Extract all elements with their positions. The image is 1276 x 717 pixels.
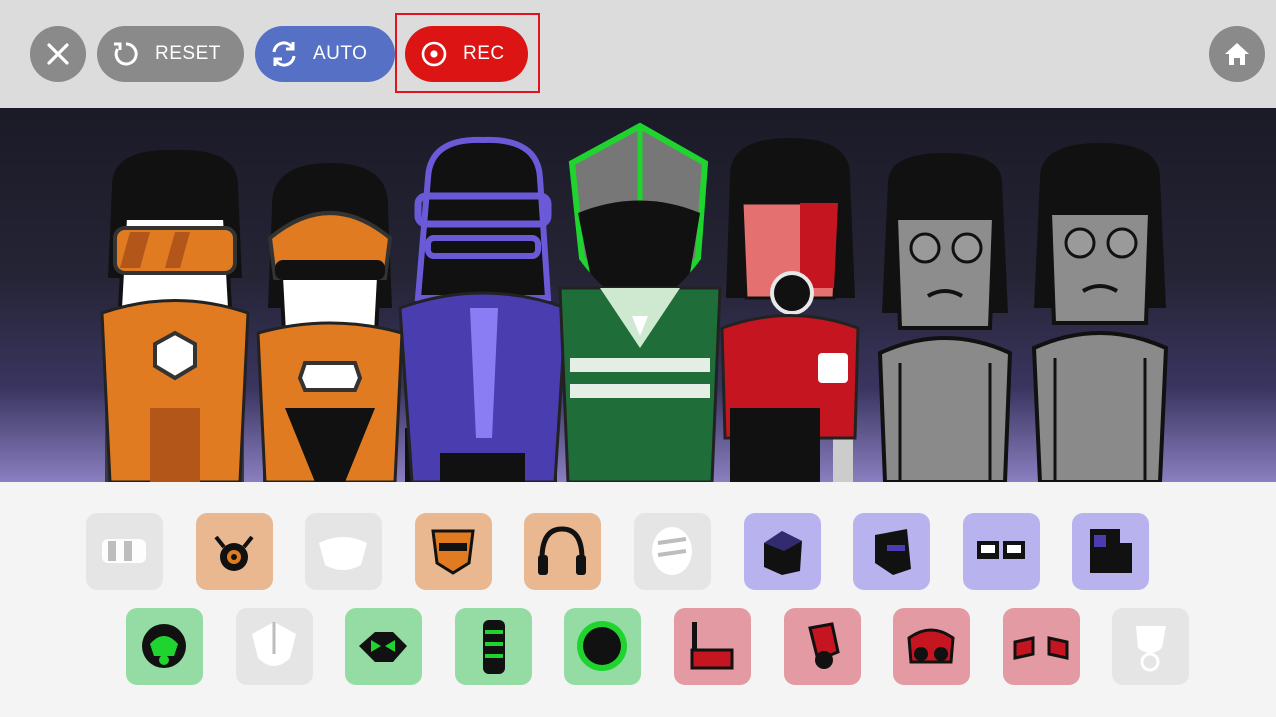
character-orange-visor[interactable] [100,149,250,482]
glyph-13-icon [359,632,408,662]
sound-icon-2[interactable] [195,513,273,590]
sound-icon-17[interactable] [783,608,861,685]
glyph-10-icon [1090,529,1133,573]
auto-button[interactable]: AUTO [255,26,395,82]
sound-icon-8[interactable] [853,513,931,590]
reset-icon [111,39,141,69]
character-purple-helmet[interactable] [398,136,568,482]
glyph-9-icon [976,541,1025,559]
glyph-14-icon [482,620,505,674]
glyph-18-icon [907,628,955,664]
glyph-15-icon [577,621,628,671]
sound-icon-7[interactable] [743,513,821,590]
character-red-cyborg[interactable] [720,138,860,482]
glyph-17-icon [807,622,840,669]
character-stage [0,108,1276,482]
glyph-1-icon [102,539,146,563]
character-green-mask[interactable] [558,122,722,482]
sound-icon-tray [0,482,1276,717]
sound-icon-6[interactable] [634,513,711,590]
rec-button[interactable]: REC [405,26,528,82]
glyph-12-icon [251,622,296,666]
reset-button[interactable]: RESET [97,26,244,82]
sound-icon-11[interactable] [126,608,203,685]
glyph-5-icon [538,526,587,575]
top-toolbar: RESET AUTO REC [0,0,1276,108]
rec-label: REC [463,43,505,64]
glyph-20-icon [1136,626,1167,672]
sound-icon-3[interactable] [305,513,383,590]
glyph-16-icon [690,622,734,670]
reset-label: RESET [155,43,221,64]
home-button[interactable] [1209,26,1265,82]
sound-icon-12[interactable] [235,608,313,685]
character-grey-default-1[interactable] [877,153,1013,482]
glyph-11-icon [142,624,186,668]
glyph-19-icon [1013,636,1069,660]
auto-refresh-icon [269,39,299,69]
sound-icon-18[interactable] [893,608,971,685]
sound-icon-20[interactable] [1112,608,1190,685]
sound-icon-10[interactable] [1072,513,1150,590]
sound-icon-13[interactable] [345,608,423,685]
record-icon [419,39,449,69]
glyph-6-icon [652,527,692,575]
home-icon [1225,43,1249,65]
sound-icon-5[interactable] [524,513,602,590]
glyph-3-icon [319,537,368,570]
sound-icon-4[interactable] [414,513,492,590]
glyph-8-icon [875,529,912,575]
close-icon [47,43,69,65]
character-orange-helmet[interactable] [256,163,404,482]
close-button[interactable] [30,26,86,82]
glyph-7-icon [763,531,802,575]
character-grey-default-2[interactable] [1031,143,1169,482]
auto-label: AUTO [313,43,368,64]
glyph-2-icon [214,535,254,571]
sound-icon-14[interactable] [454,608,532,685]
sound-icon-16[interactable] [674,608,751,685]
sound-icon-9[interactable] [962,513,1040,590]
sound-icon-1[interactable] [86,513,163,590]
glyph-4-icon [431,529,475,575]
sound-icon-15[interactable] [564,608,642,685]
sound-icon-19[interactable] [1002,608,1080,685]
